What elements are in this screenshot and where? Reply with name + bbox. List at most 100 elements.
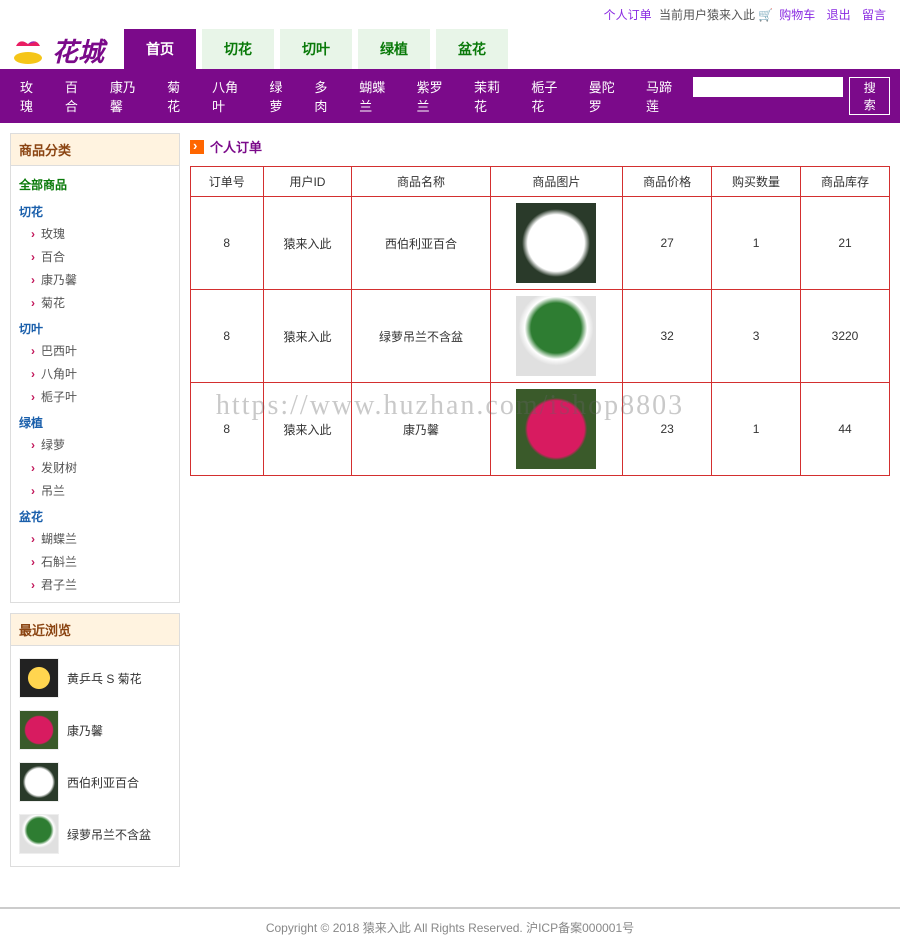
header: 花城 首页切花切叶绿植盆花 xyxy=(0,29,900,69)
cat-item-3-2[interactable]: 君子兰 xyxy=(17,573,173,596)
cell-qty: 1 xyxy=(712,197,801,290)
cell-price: 32 xyxy=(623,290,712,383)
recent-name: 黄乒乓 S 菊花 xyxy=(67,670,142,687)
product-image xyxy=(516,296,596,376)
nav-tab-1[interactable]: 切花 xyxy=(202,29,274,69)
recent-name: 康乃馨 xyxy=(67,722,103,739)
recent-item-1[interactable]: 康乃馨 xyxy=(17,704,173,756)
cell-name: 西伯利亚百合 xyxy=(352,197,490,290)
cell-name: 康乃馨 xyxy=(352,383,490,476)
catnav-12[interactable]: 马蹄莲 xyxy=(636,75,693,117)
link-logout[interactable]: 退出 xyxy=(827,8,851,22)
table-row: 8猿来入此绿萝吊兰不含盆3233220 xyxy=(191,290,890,383)
recent-thumb xyxy=(19,658,59,698)
catnav-0[interactable]: 玫瑰 xyxy=(10,75,55,117)
recent-item-2[interactable]: 西伯利亚百合 xyxy=(17,756,173,808)
recent-name: 绿萝吊兰不含盆 xyxy=(67,826,151,843)
link-message[interactable]: 留言 xyxy=(862,8,886,22)
category-nav: 玫瑰百合康乃馨菊花八角叶绿萝多肉蝴蝶兰紫罗兰茉莉花栀子花曼陀罗马蹄莲 搜索 xyxy=(0,69,900,123)
cell-image xyxy=(490,197,623,290)
catnav-4[interactable]: 八角叶 xyxy=(202,75,259,117)
cat-item-1-2[interactable]: 栀子叶 xyxy=(17,385,173,408)
cat-group-3[interactable]: 盆花 xyxy=(17,502,173,527)
cell-image xyxy=(490,290,623,383)
logo-text: 花城 xyxy=(52,32,104,69)
product-image xyxy=(516,203,596,283)
table-row: 8猿来入此康乃馨23144 xyxy=(191,383,890,476)
catnav-3[interactable]: 菊花 xyxy=(157,75,202,117)
current-user-label: 当前用户猿来入此 xyxy=(659,8,755,22)
catnav-5[interactable]: 绿萝 xyxy=(259,75,304,117)
cat-item-0-1[interactable]: 百合 xyxy=(17,245,173,268)
cat-item-2-2[interactable]: 吊兰 xyxy=(17,479,173,502)
cat-item-2-0[interactable]: 绿萝 xyxy=(17,433,173,456)
cell-price: 27 xyxy=(623,197,712,290)
cat-item-1-0[interactable]: 巴西叶 xyxy=(17,339,173,362)
catnav-10[interactable]: 栀子花 xyxy=(521,75,578,117)
recent-thumb xyxy=(19,814,59,854)
cat-group-2[interactable]: 绿植 xyxy=(17,408,173,433)
cell-user: 猿来入此 xyxy=(263,197,352,290)
catnav-11[interactable]: 曼陀罗 xyxy=(579,75,636,117)
catnav-8[interactable]: 紫罗兰 xyxy=(407,75,464,117)
page-title: 个人订单 xyxy=(190,133,890,166)
recent-thumb xyxy=(19,762,59,802)
cat-group-0[interactable]: 切花 xyxy=(17,197,173,222)
table-row: 8猿来入此西伯利亚百合27121 xyxy=(191,197,890,290)
nav-tabs: 首页切花切叶绿植盆花 xyxy=(124,29,508,69)
cat-item-2-1[interactable]: 发财树 xyxy=(17,456,173,479)
th-0: 订单号 xyxy=(191,167,264,197)
logo-icon xyxy=(10,36,46,66)
orders-table: 订单号用户ID商品名称商品图片商品价格购买数量商品库存 8猿来入此西伯利亚百合2… xyxy=(190,166,890,476)
content: 个人订单 订单号用户ID商品名称商品图片商品价格购买数量商品库存 8猿来入此西伯… xyxy=(190,133,890,877)
cat-all[interactable]: 全部商品 xyxy=(17,172,173,197)
footer: Copyright © 2018 猿来入此 All Rights Reserve… xyxy=(0,907,900,946)
category-box: 商品分类 全部商品切花玫瑰百合康乃馨菊花切叶巴西叶八角叶栀子叶绿植绿萝发财树吊兰… xyxy=(10,133,180,603)
catnav-6[interactable]: 多肉 xyxy=(304,75,349,117)
cat-item-0-0[interactable]: 玫瑰 xyxy=(17,222,173,245)
product-image xyxy=(516,389,596,469)
th-5: 购买数量 xyxy=(712,167,801,197)
cell-stock: 3220 xyxy=(801,290,890,383)
th-2: 商品名称 xyxy=(352,167,490,197)
cat-item-1-1[interactable]: 八角叶 xyxy=(17,362,173,385)
cat-item-0-2[interactable]: 康乃馨 xyxy=(17,268,173,291)
nav-tab-4[interactable]: 盆花 xyxy=(436,29,508,69)
search-box: 搜索 xyxy=(693,77,890,115)
top-bar: 个人订单 当前用户猿来入此 🛒购物车 退出 留言 xyxy=(0,0,900,29)
th-4: 商品价格 xyxy=(623,167,712,197)
cell-name: 绿萝吊兰不含盆 xyxy=(352,290,490,383)
cat-item-3-1[interactable]: 石斛兰 xyxy=(17,550,173,573)
catnav-2[interactable]: 康乃馨 xyxy=(100,75,157,117)
cell-price: 23 xyxy=(623,383,712,476)
cat-item-3-0[interactable]: 蝴蝶兰 xyxy=(17,527,173,550)
catnav-7[interactable]: 蝴蝶兰 xyxy=(349,75,406,117)
cell-qty: 1 xyxy=(712,383,801,476)
catnav-9[interactable]: 茉莉花 xyxy=(464,75,521,117)
link-personal-order[interactable]: 个人订单 xyxy=(604,8,652,22)
catnav-1[interactable]: 百合 xyxy=(55,75,100,117)
logo[interactable]: 花城 xyxy=(10,32,104,69)
sidebar: 商品分类 全部商品切花玫瑰百合康乃馨菊花切叶巴西叶八角叶栀子叶绿植绿萝发财树吊兰… xyxy=(10,133,180,877)
cell-order_no: 8 xyxy=(191,290,264,383)
nav-tab-0[interactable]: 首页 xyxy=(124,29,196,69)
cell-image xyxy=(490,383,623,476)
recent-name: 西伯利亚百合 xyxy=(67,774,139,791)
arrow-icon xyxy=(190,140,204,154)
th-3: 商品图片 xyxy=(490,167,623,197)
recent-item-3[interactable]: 绿萝吊兰不含盆 xyxy=(17,808,173,860)
cell-order_no: 8 xyxy=(191,383,264,476)
search-button[interactable]: 搜索 xyxy=(849,77,890,115)
cell-stock: 44 xyxy=(801,383,890,476)
recent-box-title: 最近浏览 xyxy=(11,614,179,646)
th-6: 商品库存 xyxy=(801,167,890,197)
cat-group-1[interactable]: 切叶 xyxy=(17,314,173,339)
nav-tab-2[interactable]: 切叶 xyxy=(280,29,352,69)
nav-tab-3[interactable]: 绿植 xyxy=(358,29,430,69)
recent-thumb xyxy=(19,710,59,750)
search-input[interactable] xyxy=(693,77,843,97)
th-1: 用户ID xyxy=(263,167,352,197)
link-cart[interactable]: 购物车 xyxy=(779,8,815,22)
cat-item-0-3[interactable]: 菊花 xyxy=(17,291,173,314)
recent-item-0[interactable]: 黄乒乓 S 菊花 xyxy=(17,652,173,704)
